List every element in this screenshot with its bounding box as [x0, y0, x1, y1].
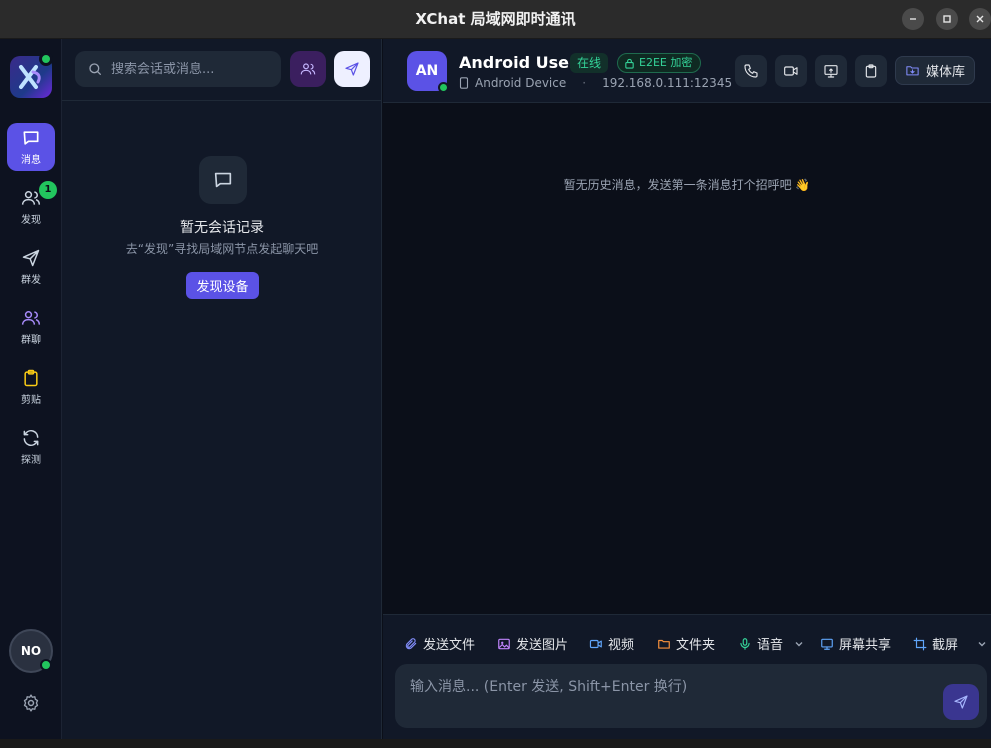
clipboard-button[interactable] — [855, 55, 887, 87]
minimize-icon — [910, 18, 916, 20]
send-image-label: 发送图片 — [516, 638, 569, 653]
empty-state-icon — [199, 156, 247, 204]
nav-item-probe[interactable]: 探测 — [7, 423, 55, 471]
window-title: XChat 局域网即时通讯 — [415, 10, 576, 28]
search-icon — [89, 63, 101, 75]
chat-icon — [214, 172, 232, 188]
maximize-icon — [943, 15, 951, 23]
users-icon — [300, 63, 316, 75]
phone-device-icon — [459, 77, 469, 89]
peer-details: Android Device · 192.168.0.111:12345 — [459, 76, 732, 90]
conversation-header — [62, 39, 382, 101]
voice-call-button[interactable] — [735, 55, 767, 87]
nav-rail: 消息 发现 1 群发 群聊 剪贴 探测 NO — [0, 39, 62, 739]
video-icon — [589, 639, 602, 648]
my-status-dot — [40, 659, 52, 671]
screen-share-button[interactable] — [815, 55, 847, 87]
folder-media-icon — [906, 66, 919, 76]
send-icon — [22, 249, 40, 267]
send-file-button[interactable]: 发送文件 — [404, 634, 475, 653]
maximize-button[interactable] — [936, 8, 958, 30]
screenshot-button[interactable]: 截屏 — [913, 634, 987, 653]
monitor-icon — [821, 638, 833, 650]
window-bottom-edge — [0, 739, 991, 748]
video-call-button[interactable] — [775, 55, 807, 87]
video-label: 视频 — [608, 638, 635, 653]
online-status-dot — [39, 52, 53, 66]
send-message-button[interactable] — [943, 684, 979, 720]
monitor-icon — [824, 65, 838, 78]
group-icon — [21, 311, 41, 325]
nav-item-clipboard[interactable]: 剪贴 — [7, 363, 55, 411]
clipboard-icon — [24, 369, 38, 387]
search-input[interactable] — [111, 61, 271, 77]
crop-icon — [913, 637, 927, 650]
image-icon — [498, 638, 510, 649]
nav-item-label: 群发 — [21, 275, 41, 286]
nav-item-label: 剪贴 — [21, 395, 41, 406]
close-button[interactable] — [969, 8, 991, 30]
encryption-badge: E2EE 加密 — [617, 53, 702, 73]
gear-icon[interactable] — [21, 693, 41, 713]
send-icon — [345, 62, 359, 76]
minimize-button[interactable] — [902, 8, 924, 30]
lock-icon — [625, 58, 634, 69]
microphone-icon — [740, 637, 750, 650]
peer-address: 192.168.0.111:12345 — [602, 76, 733, 90]
discover-badge: 1 — [39, 181, 57, 199]
send-image-button[interactable]: 发送图片 — [497, 634, 568, 653]
encryption-label: E2EE 加密 — [639, 56, 693, 69]
screen-share-label: 屏幕共享 — [839, 638, 892, 653]
peer-device: Android Device — [475, 76, 567, 90]
screenshot-label: 截屏 — [932, 638, 959, 653]
empty-state-subtitle: 去“发现”寻找局域网节点发起聊天吧 — [125, 242, 319, 256]
voice-button[interactable]: 语音 — [738, 634, 804, 653]
folder-label: 文件夹 — [676, 638, 716, 653]
conversation-panel: 暂无会话记录 去“发现”寻找局域网节点发起聊天吧 发现设备 — [62, 39, 382, 739]
nav-item-messages[interactable]: 消息 — [7, 123, 55, 171]
close-icon — [976, 15, 984, 23]
new-group-button[interactable] — [290, 51, 326, 87]
separator-dot: · — [582, 76, 587, 90]
media-library-button[interactable]: 媒体库 — [895, 56, 975, 85]
nav-item-label: 消息 — [21, 155, 41, 166]
users-icon — [21, 191, 41, 205]
refresh-icon — [23, 429, 39, 447]
clipboard-icon — [865, 64, 877, 78]
message-input[interactable] — [410, 676, 930, 716]
message-composer: 发送文件 发送图片 视频 文件夹 语音 屏幕共享 截屏 — [383, 614, 991, 739]
folder-icon — [658, 639, 670, 649]
phone-icon — [744, 64, 758, 78]
title-bar: XChat 局域网即时通讯 — [0, 0, 991, 39]
nav-item-broadcast[interactable]: 群发 — [7, 243, 55, 291]
send-icon — [954, 695, 968, 709]
chevron-down-icon — [978, 641, 986, 646]
video-icon — [784, 66, 798, 76]
paperclip-icon — [405, 637, 417, 649]
chevron-down-icon — [795, 641, 803, 646]
nav-item-group-chat[interactable]: 群聊 — [7, 303, 55, 351]
screen-share-tool[interactable]: 屏幕共享 — [820, 634, 891, 653]
peer-online-dot — [438, 82, 449, 93]
status-badge: 在线 — [570, 53, 609, 73]
discover-devices-button[interactable]: 发现设备 — [186, 272, 259, 299]
send-file-label: 发送文件 — [423, 638, 476, 653]
search-box[interactable] — [75, 51, 281, 87]
video-button[interactable]: 视频 — [589, 634, 634, 653]
voice-label: 语音 — [757, 638, 784, 653]
chat-area: AN Android User 在线 E2EE 加密 Android Devic… — [383, 39, 991, 739]
media-library-label: 媒体库 — [925, 65, 965, 80]
nav-item-label: 群聊 — [21, 335, 41, 346]
nav-item-label: 探测 — [21, 455, 41, 466]
chat-header: AN Android User 在线 E2EE 加密 Android Devic… — [383, 39, 991, 103]
message-input-box — [395, 664, 987, 728]
broadcast-button[interactable] — [334, 51, 370, 87]
empty-state-title: 暂无会话记录 — [180, 220, 264, 236]
x-logo-icon — [19, 65, 41, 89]
chat-icon — [23, 131, 39, 145]
send-folder-button[interactable]: 文件夹 — [657, 634, 715, 653]
nav-item-label: 发现 — [21, 215, 41, 226]
peer-name: Android User — [459, 53, 577, 72]
empty-history-hint: 暂无历史消息，发送第一条消息打个招呼吧 👋 — [563, 178, 811, 192]
